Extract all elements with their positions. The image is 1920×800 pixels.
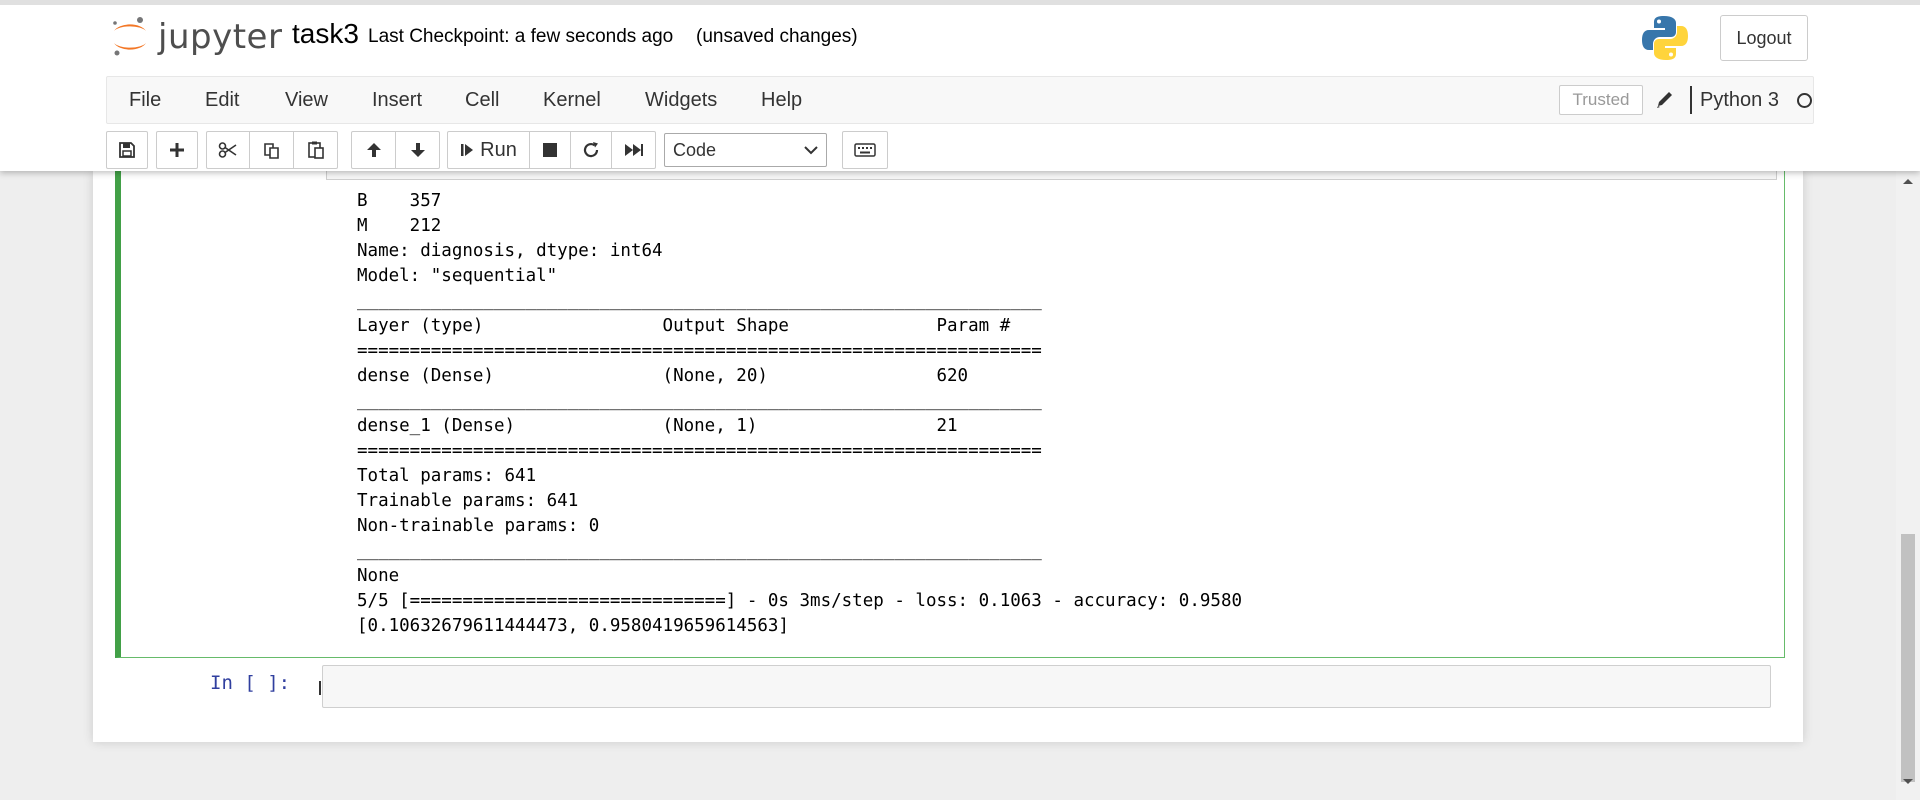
step-forward-icon [461,144,474,156]
copy-icon [263,143,279,159]
checkpoint-status: Last Checkpoint: a few seconds ago [368,26,674,47]
run-button[interactable]: Run [447,131,530,169]
vertical-scrollbar[interactable] [1896,171,1920,800]
cut-cell-button[interactable] [206,131,250,169]
autosave-status: (unsaved changes) [696,26,858,47]
output-line: dense_1 (Dense) (None, 1) 21 [357,416,958,436]
header-row: jupyter task3 Last Checkpoint: a few sec… [0,5,1920,72]
menubar: File Edit View Insert Cell Kernel Widget… [106,76,1814,124]
logo-text: jupyter [158,17,283,57]
menu-insert[interactable]: Insert [372,77,422,123]
output-line: B 357 [357,191,442,211]
menu-widgets[interactable]: Widgets [645,77,717,123]
paste-icon [307,141,324,159]
notebook-header: jupyter task3 Last Checkpoint: a few sec… [0,0,1920,171]
code-input-area[interactable] [326,171,1777,180]
toolbar: Run Code [106,131,1814,169]
output-line: 5/5 [==============================] - 0… [357,591,1243,611]
copy-cell-button[interactable] [249,131,294,169]
output-line: Model: "sequential" [357,266,558,286]
cell-output: B 357 M 212 Name: diagnosis, dtype: int64 M… [357,189,1242,639]
output-line: Non-trainable params: 0 [357,516,600,536]
code-input[interactable] [322,665,1771,708]
pencil-icon[interactable] [1655,89,1675,111]
insert-cell-button[interactable] [156,131,198,169]
chevron-down-icon [804,146,818,155]
output-line: ________________________________________… [357,291,1042,311]
menu-file[interactable]: File [129,77,161,123]
logout-button[interactable]: Logout [1720,15,1808,61]
output-line: ________________________________________… [357,391,1042,411]
move-up-button[interactable] [351,131,396,169]
kernel-separator [1690,86,1692,114]
menu-help[interactable]: Help [761,77,802,123]
jupyter-logo-icon [113,17,146,56]
scroll-down-icon[interactable] [1902,778,1914,786]
output-line: Name: diagnosis, dtype: int64 [357,241,663,261]
arrow-down-icon [410,143,425,157]
output-line: ========================================… [357,341,1042,361]
kernel-idle-icon [1797,93,1812,108]
scrollbar-thumb[interactable] [1901,534,1915,782]
output-line: [0.10632679611444473, 0.9580419659614563… [357,616,789,636]
output-line: Layer (type) Output Shape Param # [357,316,1011,336]
cell-type-select[interactable]: Code [664,133,827,167]
plus-icon [170,143,184,157]
restart-kernel-button[interactable] [570,131,612,169]
scissors-icon [218,142,237,158]
jupyter-logo[interactable]: jupyter [110,13,282,61]
python-logo-icon [1642,16,1688,60]
save-icon [119,142,135,158]
output-line: ========================================… [357,441,1042,461]
notebook-container: B 357 M 212 Name: diagnosis, dtype: int64 M… [93,171,1803,742]
save-button[interactable] [106,131,148,169]
output-line: Trainable params: 641 [357,491,579,511]
kernel-name[interactable]: Python 3 [1700,77,1779,123]
arrow-up-icon [366,143,381,157]
menu-edit[interactable]: Edit [205,77,239,123]
output-line: dense (Dense) (None, 20) 620 [357,366,969,386]
scroll-up-icon[interactable] [1902,177,1914,185]
interrupt-kernel-button[interactable] [529,131,571,169]
menu-cell[interactable]: Cell [465,77,499,123]
fast-forward-icon [624,144,643,156]
paste-cell-button[interactable] [293,131,338,169]
selected-code-cell[interactable]: B 357 M 212 Name: diagnosis, dtype: int64 M… [115,171,1785,658]
keyboard-icon [854,143,876,157]
input-prompt: In [ ]: [210,672,291,694]
move-down-button[interactable] [395,131,440,169]
trusted-indicator[interactable]: Trusted [1559,85,1643,115]
stop-icon [543,143,557,157]
output-line: M 212 [357,216,442,236]
command-palette-button[interactable] [842,131,888,169]
menu-view[interactable]: View [285,77,328,123]
empty-code-cell[interactable]: In [ ]: [115,665,1785,715]
output-line: None [357,566,400,586]
run-label: Run [480,138,517,161]
cell-type-value: Code [673,140,717,160]
notebook-name[interactable]: task3 [292,18,359,50]
menu-kernel[interactable]: Kernel [543,77,601,123]
refresh-icon [583,142,599,158]
output-line: Total params: 641 [357,466,537,486]
output-line: ________________________________________… [357,541,1042,561]
restart-run-all-button[interactable] [611,131,656,169]
